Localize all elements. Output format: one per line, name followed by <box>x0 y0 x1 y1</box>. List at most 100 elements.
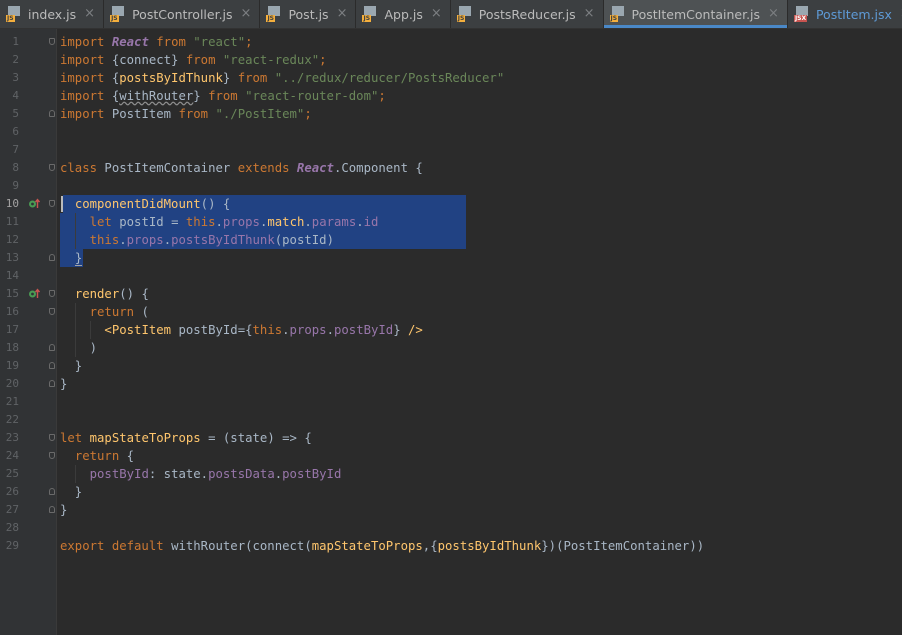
gutter-line[interactable]: 1 <box>0 33 56 51</box>
code-line[interactable]: this.props.postsByIdThunk(postId) <box>57 231 902 249</box>
code-line[interactable]: return { <box>57 447 902 465</box>
fold-close-icon[interactable] <box>49 254 55 261</box>
fold-open-icon[interactable] <box>49 164 55 171</box>
code-line[interactable] <box>57 519 902 537</box>
fold-open-icon[interactable] <box>49 452 55 459</box>
gutter-line[interactable]: 4 <box>0 87 56 105</box>
gutter-line[interactable]: 6 <box>0 123 56 141</box>
code-line[interactable]: let postId = this.props.match.params.id <box>57 213 902 231</box>
tab-app-js[interactable]: JS App.js × <box>356 0 451 28</box>
tab-postitemcontainer-js[interactable]: JS PostItemContainer.js × <box>603 0 788 28</box>
gutter-line[interactable]: 7 <box>0 141 56 159</box>
gutter-line[interactable]: 19 <box>0 357 56 375</box>
code-line[interactable]: } <box>57 501 902 519</box>
fold-close-icon[interactable] <box>49 344 55 351</box>
gutter-line[interactable]: 24 <box>0 447 56 465</box>
code-line[interactable]: import {withRouter} from "react-router-d… <box>57 87 902 105</box>
gutter-line[interactable]: 27 <box>0 501 56 519</box>
code-line[interactable] <box>57 267 902 285</box>
fold-open-icon[interactable] <box>49 38 55 45</box>
gutter-line[interactable]: 12 <box>0 231 56 249</box>
code-token: this <box>252 323 283 337</box>
gutter-line[interactable]: 20 <box>0 375 56 393</box>
fold-open-icon[interactable] <box>49 200 55 207</box>
gutter-line[interactable]: 11 <box>0 213 56 231</box>
code-line[interactable]: } <box>57 249 902 267</box>
fold-open-icon[interactable] <box>49 290 55 297</box>
tab-postcontroller-js[interactable]: JS PostController.js × <box>104 0 261 28</box>
gutter-line[interactable]: 16 <box>0 303 56 321</box>
gutter-line[interactable]: 15 <box>0 285 56 303</box>
code-line[interactable]: import {postsByIdThunk} from "../redux/r… <box>57 69 902 87</box>
code-token: {connect} <box>111 53 179 67</box>
gutter-line[interactable]: 3 <box>0 69 56 87</box>
code-text: componentDidMount() { <box>60 195 230 213</box>
fold-close-icon[interactable] <box>49 362 55 369</box>
gutter-line[interactable]: 8 <box>0 159 56 177</box>
gutter-line[interactable]: 23 <box>0 429 56 447</box>
gutter-line[interactable]: 22 <box>0 411 56 429</box>
close-icon[interactable]: × <box>768 7 779 20</box>
tab-postsreducer-js[interactable]: JS PostsReducer.js × <box>451 0 604 28</box>
code-line[interactable]: ) <box>57 339 902 357</box>
close-icon[interactable]: × <box>241 7 252 20</box>
line-number: 4 <box>12 89 19 102</box>
gutter-line[interactable]: 2 <box>0 51 56 69</box>
code-line[interactable]: componentDidMount() { <box>57 195 902 213</box>
code-line[interactable]: } <box>57 375 902 393</box>
gutter-line[interactable]: 25 <box>0 465 56 483</box>
gutter-line[interactable]: 13 <box>0 249 56 267</box>
code-line[interactable]: class PostItemContainer extends React.Co… <box>57 159 902 177</box>
line-number: 20 <box>5 377 19 390</box>
gutter-line[interactable]: 29 <box>0 537 56 555</box>
tab-post-js[interactable]: JS Post.js × <box>260 0 357 28</box>
code-line[interactable]: import PostItem from "./PostItem"; <box>57 105 902 123</box>
code-text: export default withRouter(connect(mapSta… <box>60 537 704 555</box>
line-number-gutter[interactable]: 1 2 3 4 5 6 7 8 9 10 11 12 13 14 15 16 17 18 19 20 21 22 23 24 2… <box>0 29 57 635</box>
tab-postitem-jsx[interactable]: JSXPostItem.jsx× <box>788 0 902 28</box>
fold-close-icon[interactable] <box>49 488 55 495</box>
gutter-line[interactable]: 28 <box>0 519 56 537</box>
code-line[interactable] <box>57 411 902 429</box>
fold-close-icon[interactable] <box>49 380 55 387</box>
close-icon[interactable]: × <box>431 7 442 20</box>
code-token: . <box>119 233 127 247</box>
code-line[interactable]: import React from "react"; <box>57 33 902 51</box>
code-line[interactable]: render() { <box>57 285 902 303</box>
code-line[interactable]: let mapStateToProps = (state) => { <box>57 429 902 447</box>
gutter-line[interactable]: 10 <box>0 195 56 213</box>
override-method-icon[interactable] <box>28 198 40 210</box>
code-line[interactable]: } <box>57 357 902 375</box>
gutter-line[interactable]: 9 <box>0 177 56 195</box>
code-line[interactable]: } <box>57 483 902 501</box>
code-editor[interactable]: import React from "react"; import {connec… <box>57 29 902 635</box>
override-method-icon[interactable] <box>28 288 40 300</box>
gutter-line[interactable]: 26 <box>0 483 56 501</box>
fold-open-icon[interactable] <box>49 308 55 315</box>
code-line[interactable]: postById: state.postsData.postById <box>57 465 902 483</box>
code-line[interactable] <box>57 141 902 159</box>
gutter-line[interactable]: 21 <box>0 393 56 411</box>
code-text: } <box>60 375 67 393</box>
code-line[interactable] <box>57 177 902 195</box>
code-line[interactable]: <PostItem postById={this.props.postById}… <box>57 321 902 339</box>
fold-close-icon[interactable] <box>49 110 55 117</box>
gutter-line[interactable]: 17 <box>0 321 56 339</box>
code-line[interactable] <box>57 393 902 411</box>
code-line[interactable]: import {connect} from "react-redux"; <box>57 51 902 69</box>
code-line[interactable]: return ( <box>57 303 902 321</box>
code-token: mapStateToProps <box>89 431 201 445</box>
gutter-line[interactable]: 14 <box>0 267 56 285</box>
gutter-line[interactable]: 18 <box>0 339 56 357</box>
tab-index-js[interactable]: JS index.js × <box>0 0 105 28</box>
fold-open-icon[interactable] <box>49 434 55 441</box>
close-icon[interactable]: × <box>337 7 348 20</box>
code-line[interactable] <box>57 123 902 141</box>
code-line[interactable]: export default withRouter(connect(mapSta… <box>57 537 902 555</box>
code-token: } <box>393 323 409 337</box>
gutter-line[interactable]: 5 <box>0 105 56 123</box>
fold-close-icon[interactable] <box>49 506 55 513</box>
close-icon[interactable]: × <box>84 7 95 20</box>
close-icon[interactable]: × <box>584 7 595 20</box>
code-token: let <box>60 431 90 445</box>
